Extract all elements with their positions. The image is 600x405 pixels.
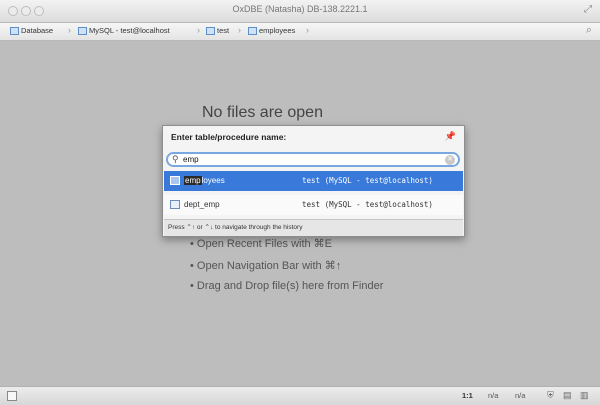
chevron-right-icon: › [68, 25, 71, 35]
navigation-bar: Database › MySQL - test@localhost › test… [0, 23, 600, 41]
result-context: test (MySQL - test@localhost) [302, 176, 433, 185]
breadcrumb-label: MySQL - test@localhost [89, 26, 170, 35]
status-field[interactable]: n/a [488, 391, 498, 400]
schema-icon [206, 26, 215, 35]
result-row-selected[interactable]: employees test (MySQL - test@localhost) [164, 171, 463, 191]
hint-navigation-bar: • Open Navigation Bar with ⌘↑ [190, 260, 342, 272]
title-bar: OxDBE (Natasha) DB-138.2221.1 ⤢ [0, 0, 600, 23]
caret-position[interactable]: 1:1 [462, 391, 473, 400]
popup-footer-text: Press ⌃↑ or ⌃↓ to navigate through the h… [168, 224, 303, 231]
folder-icon [10, 26, 19, 35]
breadcrumb-label: Database [21, 26, 54, 35]
breadcrumb-label: employees [259, 26, 296, 35]
breadcrumb-database[interactable]: Database [10, 26, 53, 35]
memory-indicator-icon[interactable]: ▥ [580, 390, 589, 401]
hint-recent-files: • Open Recent Files with ⌘E [190, 238, 333, 250]
breadcrumb-label: test [217, 26, 230, 35]
breadcrumb-datasource[interactable]: MySQL - test@localhost [78, 26, 170, 35]
event-log-icon[interactable]: ▤ [563, 390, 572, 401]
table-icon [248, 26, 257, 35]
result-match: emp [184, 176, 202, 185]
result-context: test (MySQL - test@localhost) [302, 200, 433, 209]
chevron-right-icon: › [197, 25, 200, 35]
search-icon[interactable]: ⌕ [586, 24, 592, 37]
magnifier-icon: ⚲ [172, 154, 179, 164]
status-field[interactable]: n/a [515, 391, 525, 400]
chevron-right-icon: › [306, 25, 309, 35]
result-row[interactable]: dept_emp test (MySQL - test@localhost) [164, 195, 463, 215]
search-query: emp [183, 155, 199, 164]
table-icon [170, 200, 180, 209]
fullscreen-icon[interactable]: ⤢ [584, 4, 592, 15]
window-title: OxDBE (Natasha) DB-138.2221.1 [232, 4, 368, 14]
popup-title: Enter table/procedure name: [171, 132, 287, 142]
empty-editor-title: No files are open [202, 104, 323, 121]
status-bar: 1:1 n/a n/a ⛨ ▤ ▥ [0, 386, 600, 405]
result-name-rest: loyees [201, 176, 225, 185]
chevron-right-icon: › [238, 25, 241, 35]
pin-icon[interactable]: 📌 [445, 131, 456, 142]
breadcrumb-schema[interactable]: test [206, 26, 229, 35]
table-name-search-input[interactable]: ⚲ emp ✕ [166, 152, 460, 167]
mysql-datasource-icon [78, 26, 87, 35]
result-name: dept_emp [184, 200, 220, 209]
read-only-toggle-icon[interactable]: ⛨ [547, 390, 554, 401]
goto-table-popup: Enter table/procedure name: 📌 ⚲ emp ✕ em… [162, 125, 465, 237]
table-icon [170, 176, 180, 185]
result-name: employees [184, 176, 225, 185]
ide-window: OxDBE (Natasha) DB-138.2221.1 ⤢ Database… [0, 0, 600, 405]
popup-footer: Press ⌃↑ or ⌃↓ to navigate through the h… [164, 219, 463, 236]
clear-search-icon[interactable]: ✕ [445, 155, 455, 165]
breadcrumb-table[interactable]: employees [248, 26, 295, 35]
toggle-tool-windows-icon[interactable] [7, 391, 17, 401]
hint-drag-drop: • Drag and Drop file(s) here from Finder [190, 280, 384, 292]
